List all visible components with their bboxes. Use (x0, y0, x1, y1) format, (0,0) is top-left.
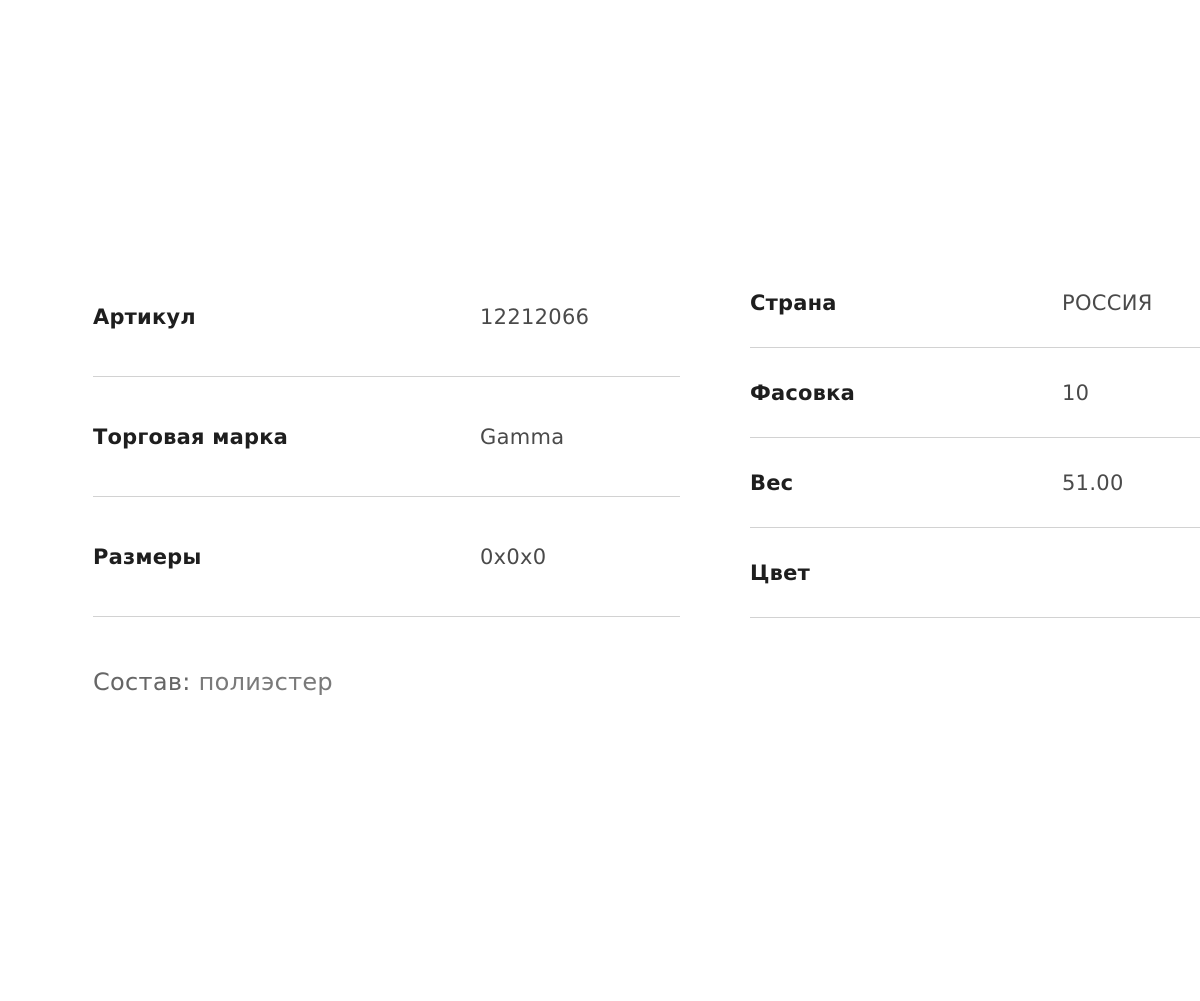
spec-row-dimensions: Размеры 0x0x0 (93, 497, 680, 617)
spec-row-article: Артикул 12212066 (93, 258, 680, 377)
spec-row-packaging: Фасовка 10 (750, 348, 1200, 438)
spec-label-article: Артикул (93, 305, 196, 329)
spec-value-article: 12212066 (480, 305, 590, 329)
spec-row-color: Цвет (750, 528, 1200, 618)
spec-value-dimensions: 0x0x0 (480, 544, 547, 569)
spec-value-brand: Gamma (480, 424, 565, 449)
spec-value-weight: 51.00 (1062, 470, 1124, 495)
specs-table-right: Страна РОССИЯ Фасовка 10 Вес 51.00 Цвет (750, 258, 1200, 618)
spec-row-weight: Вес 51.00 (750, 438, 1200, 528)
composition-label: Состав: (93, 668, 191, 696)
spec-row-country: Страна РОССИЯ (750, 258, 1200, 348)
spec-row-brand: Торговая марка Gamma (93, 377, 680, 497)
spec-label-weight: Вес (750, 470, 794, 495)
spec-label-brand: Торговая марка (93, 424, 289, 449)
spec-value-packaging: 10 (1062, 380, 1090, 405)
spec-label-color: Цвет (750, 560, 810, 585)
spec-label-country: Страна (750, 290, 837, 315)
spec-label-packaging: Фасовка (750, 380, 855, 405)
specs-table-left: Артикул 12212066 Торговая марка Gamma Ра… (93, 258, 680, 617)
spec-label-dimensions: Размеры (93, 544, 202, 569)
spec-value-country: РОССИЯ (1062, 290, 1153, 315)
composition: Состав: полиэстер (93, 668, 333, 696)
composition-value: полиэстер (198, 668, 333, 696)
